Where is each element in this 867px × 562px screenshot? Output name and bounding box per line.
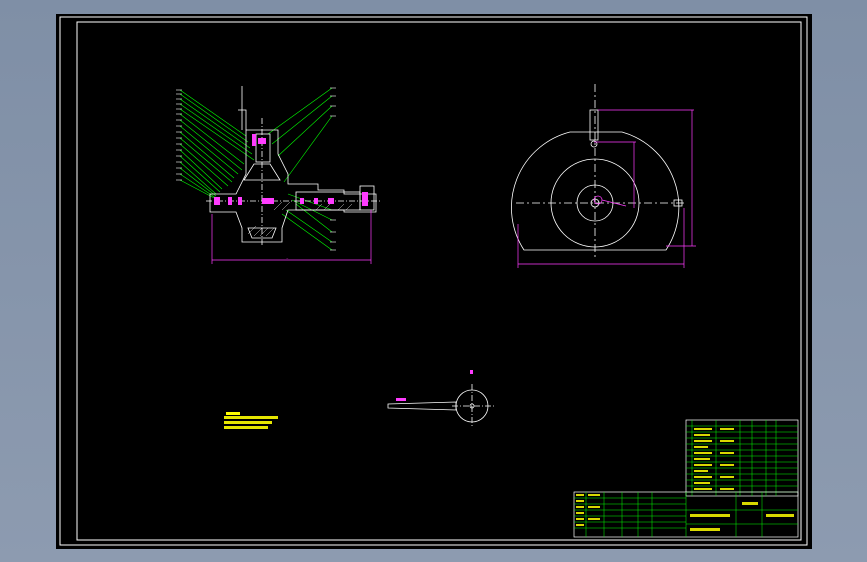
pump-section-view: ~ bbox=[176, 86, 381, 264]
title-block-table bbox=[573, 491, 799, 538]
inner-border bbox=[76, 21, 802, 541]
impeller-detail-view bbox=[387, 370, 496, 428]
notes-block bbox=[224, 412, 278, 429]
cad-drawing-canvas[interactable]: ~ bbox=[56, 14, 812, 549]
parts-list-table bbox=[685, 419, 799, 497]
cad-viewport[interactable]: ~ bbox=[56, 14, 812, 549]
svg-text:~: ~ bbox=[286, 256, 289, 260]
pump-end-view bbox=[511, 84, 696, 268]
